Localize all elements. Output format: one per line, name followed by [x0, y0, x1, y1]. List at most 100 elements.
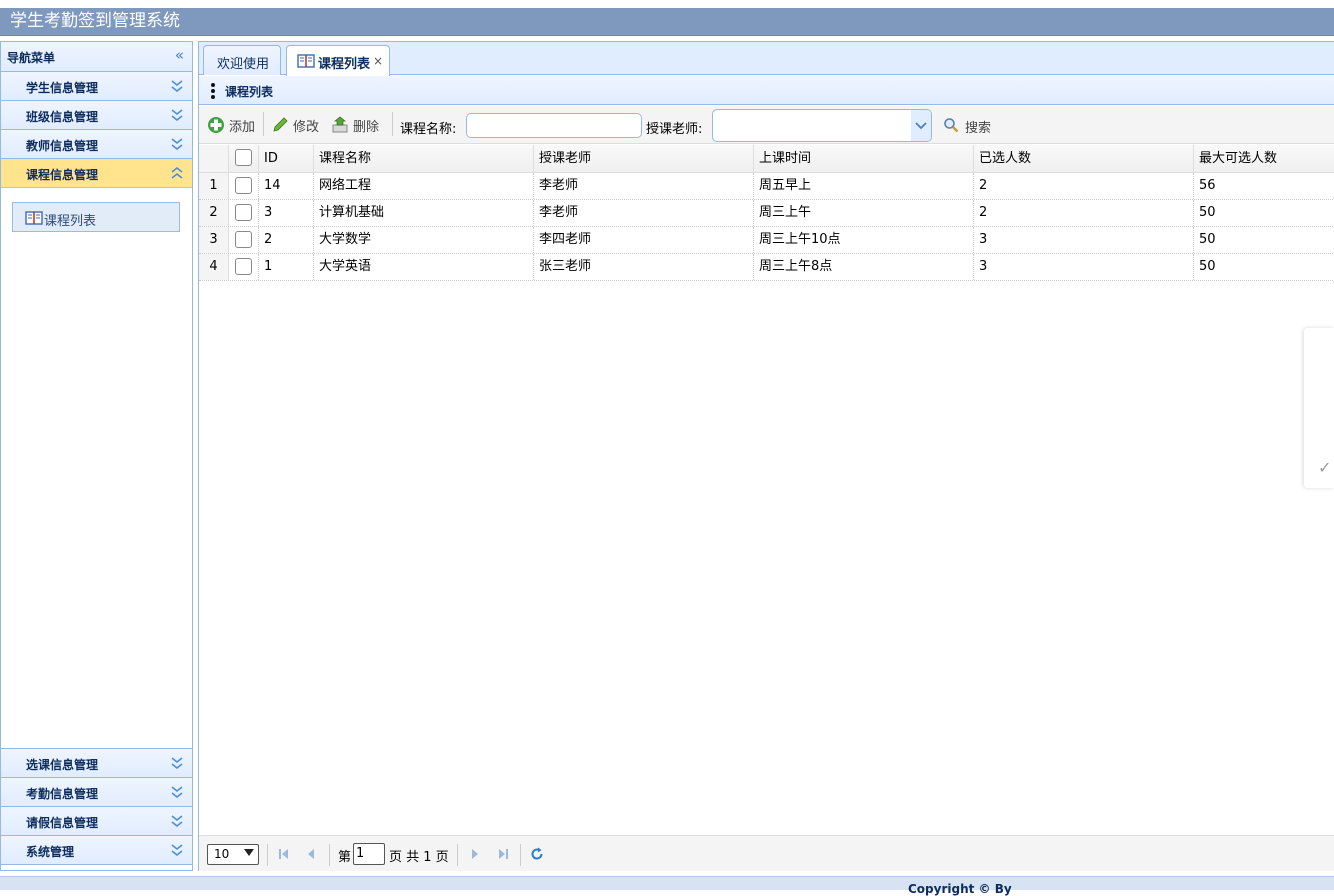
tab-course-list[interactable]: 课程列表 × — [286, 45, 390, 76]
sidebar-section-course[interactable]: 课程信息管理 — [1, 159, 192, 188]
course-name-label: 课程名称: — [400, 122, 457, 137]
pager-divider — [520, 844, 521, 866]
floating-side-widget[interactable]: ✓ — [1304, 328, 1334, 488]
delete-button[interactable]: 删除 — [331, 114, 383, 136]
pagination-bar: 10 第 1 页 共 1 页 — [199, 835, 1334, 871]
sidebar-section-attendance[interactable]: 考勤信息管理 — [1, 778, 192, 807]
row-number: 1 — [199, 173, 229, 199]
column-header-teacher[interactable]: 授课老师 — [534, 145, 754, 172]
sidebar-item-course-list[interactable]: 课程列表 — [12, 202, 180, 232]
sidebar-section-label: 班级信息管理 — [26, 110, 99, 124]
first-page-icon[interactable] — [276, 846, 292, 862]
delete-label: 删除 — [353, 120, 380, 135]
collapse-sidebar-icon[interactable]: « — [175, 47, 184, 63]
pencil-icon — [273, 117, 288, 132]
sidebar-section-teacher[interactable]: 教师信息管理 — [1, 130, 192, 159]
cell-id: 1 — [259, 254, 314, 280]
close-tab-icon[interactable]: × — [373, 54, 383, 68]
chevron-double-up-icon — [171, 166, 183, 179]
sidebar-section-label: 课程信息管理 — [26, 168, 99, 182]
add-button[interactable]: 添加 — [207, 114, 259, 136]
select-all-checkbox[interactable] — [229, 145, 259, 172]
cell-teacher: 张三老师 — [534, 254, 754, 280]
sidebar-item-label: 课程列表 — [44, 214, 97, 229]
sidebar-section-label: 学生信息管理 — [26, 81, 99, 95]
toolbar-divider — [263, 112, 264, 136]
cell-max: 56 — [1199, 178, 1216, 193]
app-title: 学生考勤签到管理系统 — [10, 11, 180, 31]
sidebar-header: 导航菜单 « — [1, 42, 192, 72]
table-row[interactable]: 1 14 网络工程 李老师 周五早上 2 56 — [199, 173, 1334, 200]
column-header-max[interactable]: 最大可选人数 — [1194, 145, 1334, 172]
cell-max: 50 — [1199, 205, 1216, 220]
more-vertical-icon — [211, 83, 215, 99]
page-suffix: 页 共 1 页 — [389, 850, 449, 865]
previous-page-icon[interactable] — [303, 846, 319, 862]
last-page-icon[interactable] — [495, 846, 511, 862]
sidebar-section-student[interactable]: 学生信息管理 — [1, 72, 192, 101]
check-icon: ✓ — [1318, 458, 1332, 477]
chevron-double-down-icon — [171, 815, 183, 828]
next-page-icon[interactable] — [467, 846, 483, 862]
pager-divider — [329, 844, 330, 866]
footer: Copyright © By — [0, 876, 1334, 896]
search-button[interactable]: 搜索 — [943, 114, 999, 136]
column-header-name[interactable]: 课程名称 — [314, 145, 534, 172]
row-checkbox[interactable] — [229, 200, 259, 226]
row-checkbox[interactable] — [229, 173, 259, 199]
sidebar-section-label: 请假信息管理 — [26, 816, 99, 830]
sidebar: 导航菜单 « 学生信息管理 班级信息管理 教师信息管理 课程信息管理 课程列表 … — [0, 41, 193, 871]
cell-time: 周五早上 — [754, 173, 974, 199]
row-checkbox[interactable] — [229, 227, 259, 253]
column-header-time[interactable]: 上课时间 — [754, 145, 974, 172]
sidebar-section-label: 系统管理 — [26, 845, 75, 859]
page-prefix: 第 — [338, 850, 352, 865]
sidebar-section-system[interactable]: 系统管理 — [1, 836, 192, 865]
chevron-down-icon — [915, 122, 927, 130]
app-header: 学生考勤签到管理系统 — [0, 8, 1334, 36]
course-name-input[interactable] — [466, 113, 642, 138]
cell-selected: 2 — [974, 200, 1194, 226]
cell-selected: 3 — [974, 227, 1194, 253]
page-size-value: 10 — [214, 847, 230, 861]
row-number-header — [199, 145, 229, 172]
table-row[interactable]: 4 1 大学英语 张三老师 周三上午8点 3 50 — [199, 254, 1334, 281]
table-row[interactable]: 2 3 计算机基础 李老师 周三上午 2 50 — [199, 200, 1334, 227]
tab-label: 课程列表 — [318, 57, 371, 72]
pager-divider — [457, 844, 458, 866]
column-header-selected[interactable]: 已选人数 — [974, 145, 1194, 172]
cell-id: 3 — [259, 200, 314, 226]
column-header-id[interactable]: ID — [259, 145, 314, 172]
chevron-double-down-icon — [171, 80, 183, 93]
pager-divider — [267, 844, 268, 866]
teacher-combobox[interactable] — [712, 109, 932, 142]
sidebar-title: 导航菜单 — [7, 51, 56, 65]
add-label: 添加 — [229, 120, 256, 135]
sidebar-section-leave[interactable]: 请假信息管理 — [1, 807, 192, 836]
sidebar-section-enrollment[interactable]: 选课信息管理 — [1, 749, 192, 778]
tab-bar: 欢迎使用 课程列表 × — [199, 42, 1334, 76]
sidebar-section-label: 考勤信息管理 — [26, 787, 99, 801]
edit-button[interactable]: 修改 — [271, 114, 323, 136]
table-header-row: ID 课程名称 授课老师 上课时间 已选人数 最大可选人数 — [199, 145, 1334, 173]
edit-label: 修改 — [293, 120, 320, 135]
table-row[interactable]: 3 2 大学数学 李四老师 周三上午10点 3 50 — [199, 227, 1334, 254]
search-label: 搜索 — [965, 121, 992, 136]
tab-welcome[interactable]: 欢迎使用 — [203, 45, 281, 75]
dropdown-caret-icon — [244, 849, 254, 856]
row-checkbox[interactable] — [229, 254, 259, 280]
cell-id: 2 — [259, 227, 314, 253]
toolbar: 添加 修改 删除 课程名称: 授课老师: 搜索 — [199, 106, 1334, 144]
teacher-dropdown-button[interactable] — [911, 110, 931, 141]
course-table: ID 课程名称 授课老师 上课时间 已选人数 最大可选人数 1 14 网络工程 … — [199, 145, 1334, 281]
row-number: 4 — [199, 254, 229, 280]
course-section-body: 课程列表 — [1, 188, 192, 749]
main-panel: 欢迎使用 课程列表 × 课程列表 添加 修改 删除 课程名称: 授课老师: 搜索… — [198, 41, 1334, 871]
panel-title: 课程列表 — [225, 85, 274, 99]
cell-name: 网络工程 — [314, 173, 534, 199]
refresh-icon[interactable] — [529, 846, 545, 862]
sidebar-section-label: 选课信息管理 — [26, 758, 99, 772]
page-size-select[interactable]: 10 — [207, 844, 259, 865]
sidebar-section-class[interactable]: 班级信息管理 — [1, 101, 192, 130]
page-number-input[interactable]: 1 — [353, 843, 385, 865]
